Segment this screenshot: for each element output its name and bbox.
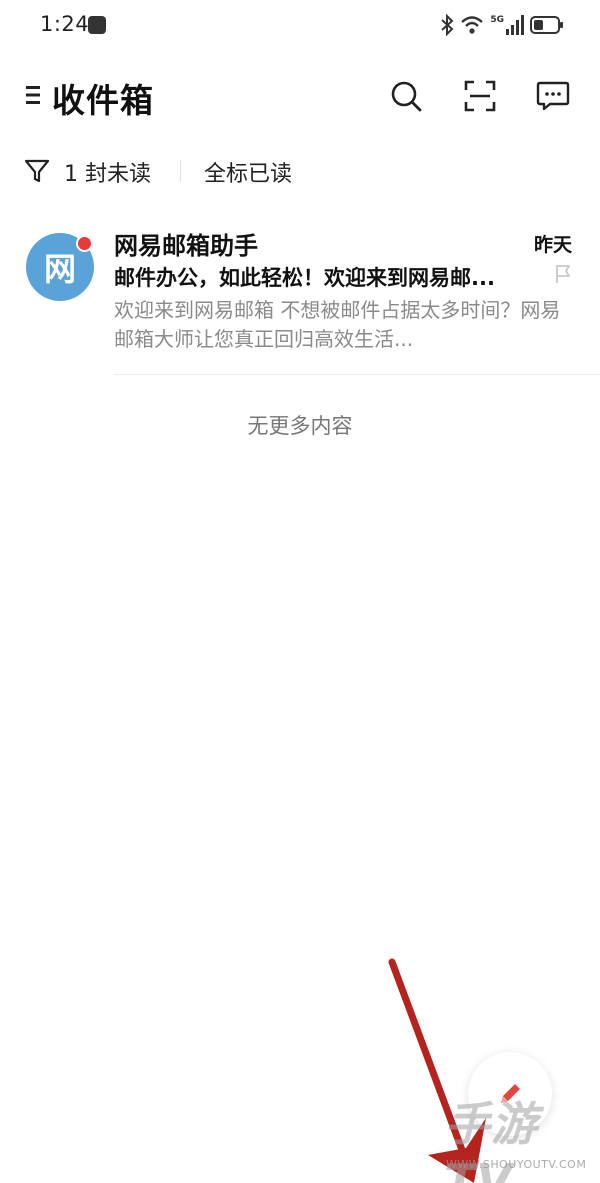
annotation-arrow [388,958,486,1183]
watermark-url: WWW.SHOUYOUTV.COM [446,1158,587,1171]
